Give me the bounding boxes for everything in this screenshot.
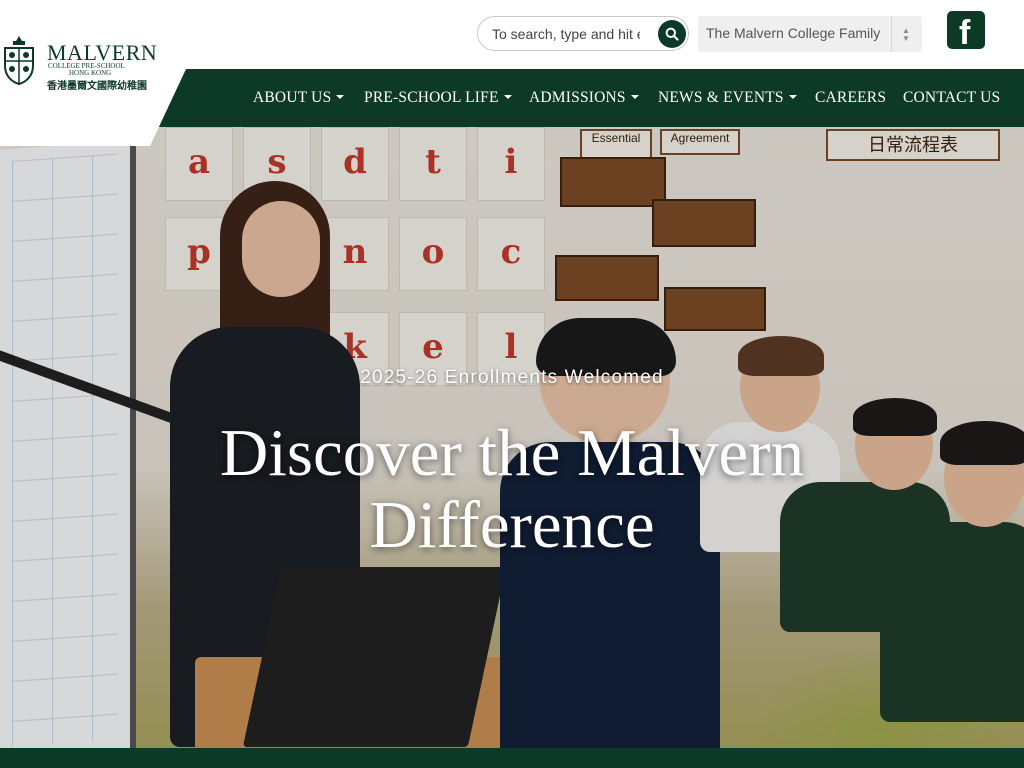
nav-contact-us[interactable]: CONTACT US xyxy=(903,89,1000,107)
facebook-glyph: f xyxy=(959,14,971,52)
caret-down-icon xyxy=(630,95,639,100)
crest-icon xyxy=(4,36,34,86)
facebook-icon[interactable]: f xyxy=(947,11,985,52)
nav-about-us[interactable]: ABOUT US xyxy=(253,89,345,107)
search-button[interactable] xyxy=(658,20,686,48)
caret-down-icon xyxy=(336,95,345,100)
bottom-bar xyxy=(0,748,1024,768)
family-select-value: The Malvern College Family xyxy=(706,25,881,41)
logo-panel[interactable]: MALVERN COLLEGE PRE-SCHOOL HONG KONG 香港墨… xyxy=(0,0,186,146)
logo-subline-2: HONG KONG xyxy=(69,69,112,77)
nav-label: ABOUT US xyxy=(253,89,332,106)
search-icon xyxy=(665,27,679,41)
nav-label: NEWS & EVENTS xyxy=(658,89,784,106)
family-select[interactable]: The Malvern College Family ▲ ▼ xyxy=(698,16,922,52)
nav-label: PRE-SCHOOL LIFE xyxy=(364,89,499,106)
search-input[interactable] xyxy=(492,24,640,44)
nav-pre-school-life[interactable]: PRE-SCHOOL LIFE xyxy=(364,89,512,107)
caret-down-icon xyxy=(503,95,512,100)
hero-banner: a s d t i p n o c k e l Essential Agreem… xyxy=(0,127,1024,748)
hero-headline: Discover the Malvern Difference xyxy=(0,417,1024,561)
hero-subtitle: 2025-26 Enrollments Welcomed xyxy=(360,367,664,388)
nav-label: CAREERS xyxy=(815,89,887,106)
caret-down-icon xyxy=(788,95,797,100)
nav-label: CONTACT US xyxy=(903,89,1001,106)
hero-headline-line2: Difference xyxy=(369,488,655,562)
nav-careers[interactable]: CAREERS xyxy=(815,89,886,107)
search-box[interactable] xyxy=(477,16,689,51)
nav-label: ADMISSIONS xyxy=(529,89,626,106)
nav-news-events[interactable]: NEWS & EVENTS xyxy=(658,89,797,107)
logo-chinese-name: 香港墨爾文國際幼稚園 xyxy=(47,81,147,92)
nav-admissions[interactable]: ADMISSIONS xyxy=(529,89,639,107)
hero-headline-line1: Discover the Malvern xyxy=(219,416,805,490)
select-arrows-icon: ▲ ▼ xyxy=(891,16,922,52)
